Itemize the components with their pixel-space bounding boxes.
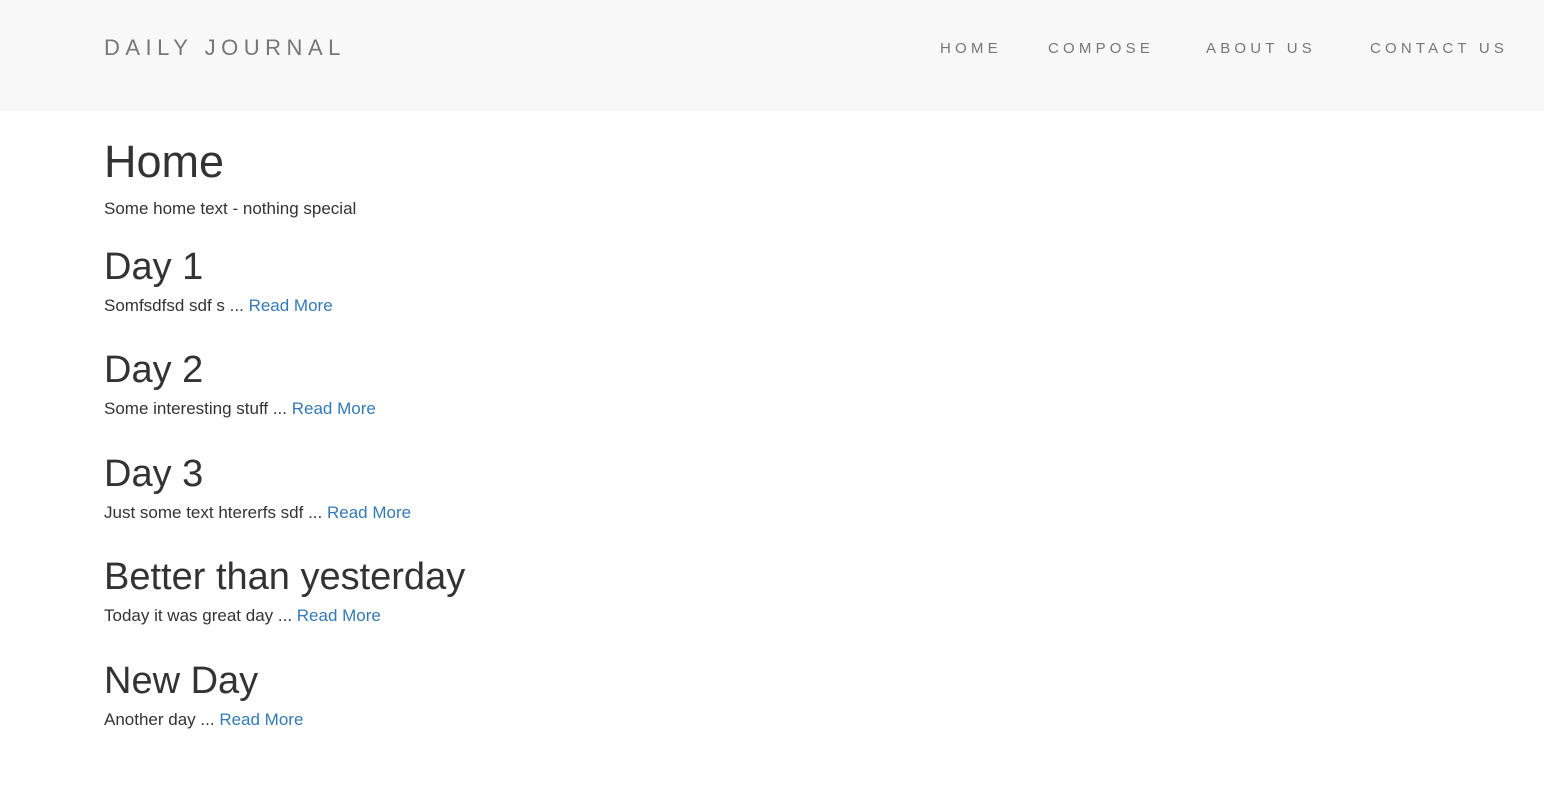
post-title: Day 3 [104,453,204,495]
post-excerpt-line: Some interesting stuff ... Read More [104,398,376,420]
nav-link-home[interactable]: HOME [940,40,1002,58]
post-excerpt: Somfsdfsd sdf s ... [104,296,244,315]
page-title: Home [104,136,225,187]
post-excerpt: Another day ... [104,710,215,729]
navbar: DAILY JOURNAL HOME COMPOSE ABOUT US CONT… [0,0,1544,111]
read-more-link[interactable]: Read More [219,710,303,729]
post-excerpt-line: Today it was great day ... Read More [104,605,381,627]
post-excerpt: Just some text htererfs sdf ... [104,503,323,522]
page-intro-text: Some home text - nothing special [104,199,357,218]
post-item: Day 1 Somfsdfsd sdf s ... Read More [104,245,1304,345]
read-more-link[interactable]: Read More [249,296,333,315]
post-excerpt-line: Somfsdfsd sdf s ... Read More [104,295,333,317]
post-excerpt-line: Another day ... Read More [104,709,303,731]
post-title: New Day [104,660,259,702]
post-item: Better than yesterday Today it was great… [104,555,1304,655]
brand-link[interactable]: DAILY JOURNAL [104,35,346,61]
post-title: Day 1 [104,246,204,288]
post-item: New Day Another day ... Read More [104,659,1304,759]
nav-link-compose[interactable]: COMPOSE [1048,40,1154,58]
read-more-link[interactable]: Read More [327,503,411,522]
post-excerpt: Some interesting stuff ... [104,399,287,418]
post-title: Better than yesterday [104,556,466,598]
nav-link-about-us[interactable]: ABOUT US [1206,40,1316,58]
post-item: Day 3 Just some text htererfs sdf ... Re… [104,452,1304,552]
read-more-link[interactable]: Read More [297,606,381,625]
post-item: Day 2 Some interesting stuff ... Read Mo… [104,348,1304,448]
post-title: Day 2 [104,349,204,391]
nav-link-contact-us[interactable]: CONTACT US [1370,40,1508,58]
post-excerpt-line: Just some text htererfs sdf ... Read Mor… [104,502,411,524]
read-more-link[interactable]: Read More [292,399,376,418]
post-excerpt: Today it was great day ... [104,606,293,625]
